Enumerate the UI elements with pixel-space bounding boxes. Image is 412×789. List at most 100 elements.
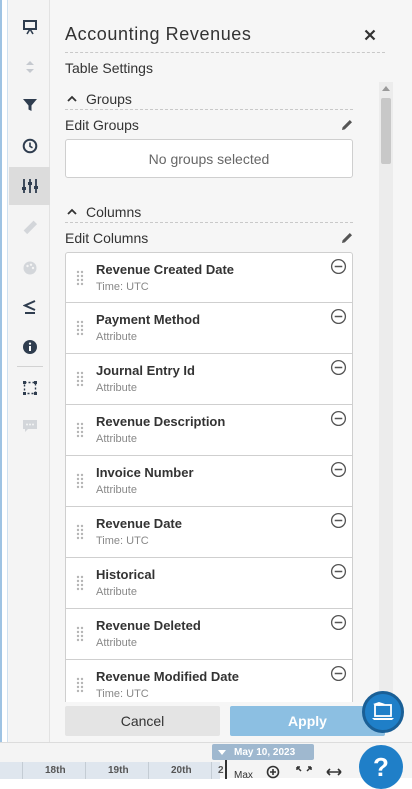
palette-icon <box>9 249 50 287</box>
table-settings-panel: Accounting Revenues Table Settings Group… <box>51 0 406 742</box>
edit-groups-pencil-icon[interactable] <box>339 117 355 133</box>
column-type: Attribute <box>96 637 137 649</box>
drag-handle-icon[interactable] <box>76 677 84 693</box>
cancel-button[interactable]: Cancel <box>65 706 220 736</box>
timeline-bar[interactable]: 18th 19th 20th 2 May 10, 2023 Max <box>0 742 412 781</box>
clock-icon[interactable] <box>9 127 50 165</box>
timeline-day-label: 18th <box>45 765 66 776</box>
column-name: Revenue Deleted <box>96 618 201 633</box>
close-icon[interactable] <box>361 26 379 44</box>
help-button[interactable]: ? <box>359 745 403 789</box>
column-type: Attribute <box>96 433 137 445</box>
app-frame: Accounting Revenues Table Settings Group… <box>0 0 412 789</box>
selection-icon[interactable] <box>9 369 50 407</box>
timeline-day-label: 20th <box>171 765 192 776</box>
column-item[interactable]: Revenue Description Attribute <box>65 405 353 456</box>
groups-empty-text: No groups selected <box>148 150 270 167</box>
remove-circle-icon[interactable] <box>330 258 347 275</box>
column-type: Attribute <box>96 484 137 496</box>
remove-circle-icon[interactable] <box>330 410 347 427</box>
max-label: Max <box>234 770 253 781</box>
remove-circle-icon[interactable] <box>330 563 347 580</box>
zoom-in-icon[interactable] <box>264 765 282 779</box>
drag-handle-icon[interactable] <box>76 422 84 438</box>
column-name: Revenue Created Date <box>96 262 234 277</box>
drag-handle-icon[interactable] <box>76 524 84 540</box>
settings-scroll-area[interactable]: Groups Edit Groups No groups selected Co… <box>65 82 379 702</box>
scroll-thumb[interactable] <box>381 98 391 164</box>
columns-list: Revenue Created Date Time: UTC Payment M… <box>65 252 353 702</box>
horizontal-arrows-icon[interactable] <box>325 765 343 779</box>
panel-subtitle: Table Settings <box>65 60 153 76</box>
remove-circle-icon[interactable] <box>330 512 347 529</box>
canvas-edge <box>0 0 8 742</box>
groups-empty-box[interactable]: No groups selected <box>65 139 353 178</box>
column-name: Revenue Date <box>96 516 182 531</box>
presentation-icon[interactable] <box>9 8 50 46</box>
column-name: Revenue Description <box>96 414 226 429</box>
timeline-tick <box>22 762 23 779</box>
column-name: Historical <box>96 567 156 582</box>
current-date-pill[interactable]: May 10, 2023 <box>212 744 314 760</box>
column-name: Payment Method <box>96 312 201 327</box>
remove-circle-icon[interactable] <box>330 308 347 325</box>
edit-columns-label: Edit Columns <box>65 230 149 246</box>
drag-handle-icon[interactable] <box>76 575 84 591</box>
vertical-toolbar <box>9 0 50 742</box>
edit-columns-pencil-icon[interactable] <box>339 230 355 246</box>
edit-groups-label: Edit Groups <box>65 117 139 133</box>
drag-handle-icon[interactable] <box>76 626 84 642</box>
caret-down-icon <box>218 749 226 755</box>
edit-columns-row: Edit Columns <box>65 228 355 248</box>
panel-scrollbar[interactable] <box>379 82 393 702</box>
drag-handle-icon[interactable] <box>76 320 84 336</box>
column-name: Invoice Number <box>96 465 194 480</box>
column-item[interactable]: Revenue Deleted Attribute <box>65 609 353 660</box>
drag-handle-icon[interactable] <box>76 270 84 286</box>
timeline-day-label: 2 <box>218 765 224 776</box>
comment-icon <box>9 407 50 445</box>
remove-circle-icon[interactable] <box>330 665 347 682</box>
columns-section-header[interactable]: Columns <box>65 201 353 223</box>
chevron-up-icon <box>65 206 79 218</box>
title-divider <box>65 52 385 53</box>
remove-circle-icon[interactable] <box>330 614 347 631</box>
column-item[interactable]: Payment Method Attribute <box>65 303 353 354</box>
column-item[interactable]: Revenue Modified Date Time: UTC <box>65 660 353 702</box>
sliders-icon[interactable] <box>9 167 50 205</box>
remove-circle-icon[interactable] <box>330 359 347 376</box>
toolbar-divider <box>17 366 43 367</box>
drag-handle-icon[interactable] <box>76 473 84 489</box>
scroll-up-arrow-icon[interactable] <box>382 86 390 91</box>
timeline-cursor[interactable] <box>225 760 227 779</box>
ruler-icon <box>9 208 50 246</box>
chevron-up-icon <box>65 93 79 105</box>
column-item[interactable]: Invoice Number Attribute <box>65 456 353 507</box>
column-name: Journal Entry Id <box>96 363 195 378</box>
timeline-tick <box>85 762 86 779</box>
laptop-icon <box>372 702 394 720</box>
expand-icon[interactable] <box>295 765 313 779</box>
timeline-tick <box>148 762 149 779</box>
column-type: Attribute <box>96 382 137 394</box>
column-item[interactable]: Revenue Created Date Time: UTC <box>65 252 353 303</box>
sort-icon <box>9 48 50 86</box>
groups-section-label: Groups <box>86 90 132 107</box>
filter-icon[interactable] <box>9 86 50 124</box>
timeline-day-label: 19th <box>108 765 129 776</box>
column-item[interactable]: Historical Attribute <box>65 558 353 609</box>
less-equal-icon[interactable] <box>9 288 50 326</box>
column-type: Time: UTC <box>96 688 149 700</box>
column-item[interactable]: Journal Entry Id Attribute <box>65 354 353 405</box>
column-item[interactable]: Revenue Date Time: UTC <box>65 507 353 558</box>
groups-section-header[interactable]: Groups <box>65 88 353 110</box>
info-icon[interactable] <box>9 328 50 366</box>
learning-assistant-button[interactable] <box>362 691 404 733</box>
edit-groups-row: Edit Groups <box>65 115 355 135</box>
column-name: Revenue Modified Date <box>96 669 240 684</box>
column-type: Attribute <box>96 586 137 598</box>
columns-section-label: Columns <box>86 203 142 220</box>
column-type: Time: UTC <box>96 535 149 547</box>
remove-circle-icon[interactable] <box>330 461 347 478</box>
drag-handle-icon[interactable] <box>76 371 84 387</box>
